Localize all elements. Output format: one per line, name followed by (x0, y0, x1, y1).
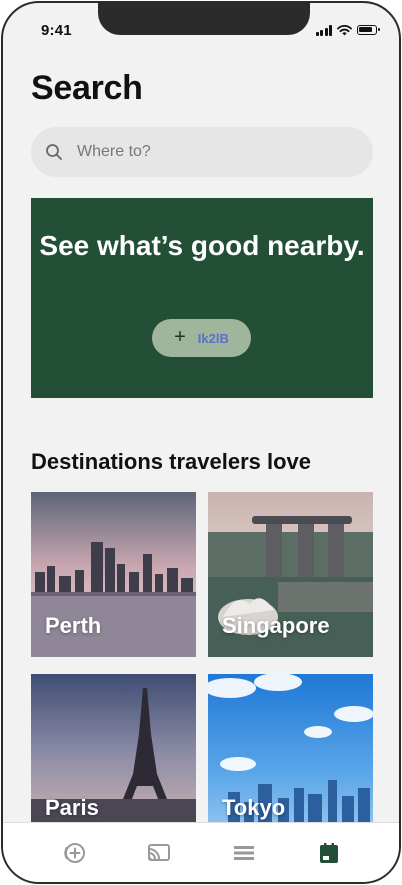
search-bar[interactable] (31, 127, 373, 177)
tab-cast[interactable] (141, 835, 177, 871)
tab-menu[interactable] (226, 835, 262, 871)
promo-button-label: Ik2lB (197, 330, 229, 346)
nearby-promo-banner: See what’s good nearby. + Ik2lB (31, 198, 373, 398)
destination-name: Tokyo (222, 795, 286, 820)
cellular-signal-icon (315, 24, 332, 36)
tab-calendar[interactable] (311, 835, 347, 871)
calendar-icon (319, 842, 338, 863)
status-icons (315, 23, 380, 37)
menu-icon (233, 845, 254, 860)
phone-frame: 9:41 Search See what’s good nearby. + (0, 0, 402, 885)
screen: 9:41 Search See what’s good nearby. + (1, 1, 401, 884)
destination-card-singapore[interactable]: Singapore (208, 492, 373, 657)
wifi-icon (337, 24, 352, 35)
battery-icon (357, 25, 380, 35)
page-title: Search (31, 69, 143, 107)
destination-name: Paris (45, 795, 99, 820)
destination-name: Singapore (222, 613, 330, 638)
add-circle-icon (63, 842, 85, 863)
notch (98, 3, 310, 35)
tab-add[interactable] (56, 835, 92, 871)
bottom-tab-bar (3, 822, 399, 882)
destination-name: Perth (45, 613, 102, 638)
promo-headline: See what’s good nearby. (39, 230, 365, 261)
destinations-title: Destinations travelers love (31, 449, 312, 474)
search-input[interactable] (75, 142, 339, 162)
search-icon (46, 144, 62, 160)
promo-button[interactable]: + Ik2lB (152, 319, 251, 357)
plus-icon: + (174, 326, 186, 348)
status-time: 9:41 (41, 22, 72, 39)
destination-card-tokyo[interactable]: Tokyo (208, 674, 373, 839)
destination-card-paris[interactable]: Paris (31, 674, 196, 839)
cast-icon (147, 843, 170, 861)
destination-card-perth[interactable]: Perth (31, 492, 196, 657)
